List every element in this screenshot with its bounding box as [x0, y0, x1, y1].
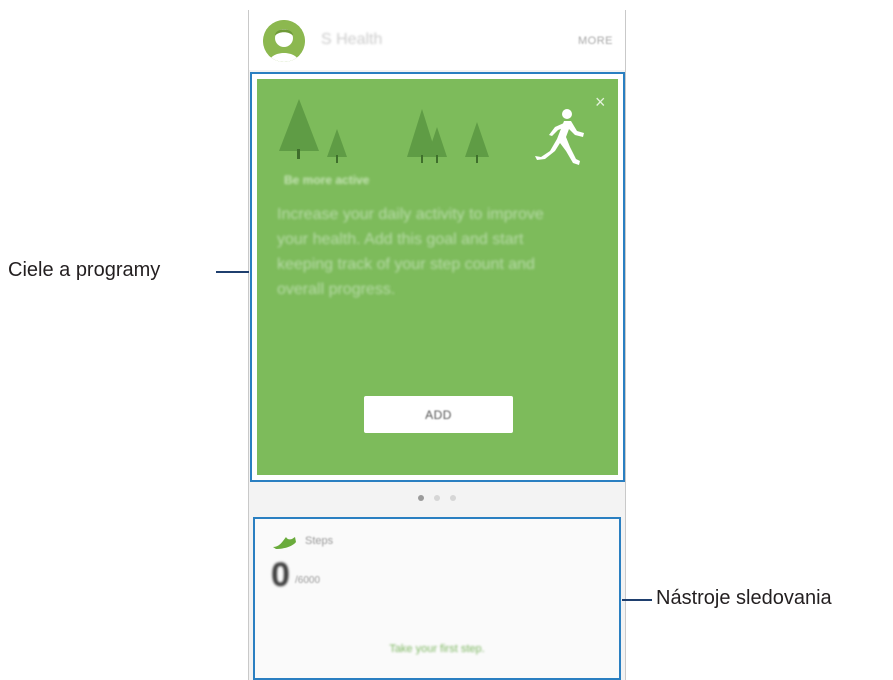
callout-trackers: Nástroje sledovania [656, 587, 832, 609]
callout-goals-line [216, 271, 249, 273]
app-title: S Health [321, 31, 383, 48]
goal-card[interactable]: × Be more active Increase your daily act… [257, 79, 618, 475]
first-step-prompt: Take your first step. [389, 643, 485, 655]
phone-screen: S Health MORE × Be more active Increase … [248, 10, 626, 680]
close-icon[interactable]: × [595, 93, 606, 111]
tree-icon [279, 99, 489, 163]
more-button[interactable]: MORE [578, 35, 613, 47]
add-button-label: ADD [425, 407, 452, 422]
page-indicator [249, 488, 625, 508]
avatar-icon[interactable] [263, 20, 305, 62]
app-bar: S Health MORE [249, 10, 625, 70]
steps-value: 0 [271, 556, 290, 594]
page-dot-3[interactable] [450, 495, 456, 501]
add-button[interactable]: ADD [364, 396, 513, 433]
callout-goals-programs: Ciele a programy [8, 259, 161, 281]
page-dot-2[interactable] [434, 495, 440, 501]
goals-programs-highlight: × Be more active Increase your daily act… [250, 72, 625, 482]
steps-label: Steps [305, 535, 334, 547]
steps-tracker-card[interactable]: Steps 0 /6000 Take your first step. [253, 517, 621, 680]
steps-goal: /6000 [295, 575, 321, 586]
callout-trackers-line [622, 599, 652, 601]
goal-title: Be more active [284, 173, 370, 187]
shoe-icon [273, 537, 296, 549]
runner-icon [535, 109, 584, 165]
page-dot-1[interactable] [418, 495, 424, 501]
goal-description: Increase your daily activity to improve … [277, 206, 544, 298]
